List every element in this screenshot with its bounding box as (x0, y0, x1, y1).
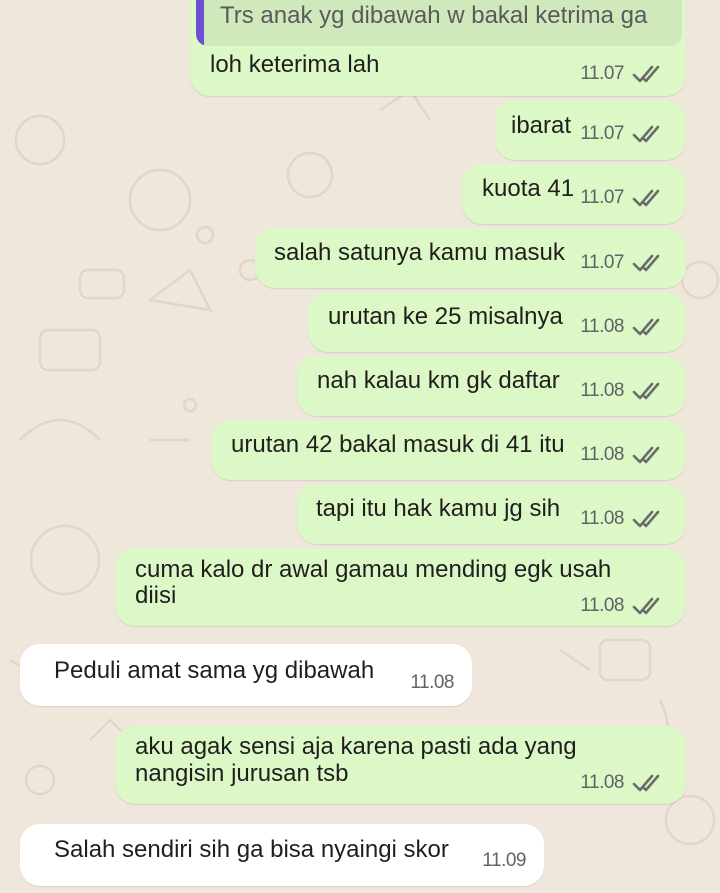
message-meta: 11.09 (482, 850, 526, 872)
double-check-icon (632, 382, 660, 400)
message-bubble-outgoing[interactable]: aku agak sensi aja karena pasti ada yang… (115, 726, 686, 804)
message-time: 11.08 (580, 380, 624, 401)
message-bubble-outgoing[interactable]: tapi itu hak kamu jg sih 11.08 (297, 484, 686, 544)
message-bubble-incoming[interactable]: Peduli amat sama yg dibawah 11.08 (20, 644, 472, 706)
message-time: 11.08 (580, 595, 624, 616)
message-time: 11.08 (410, 672, 454, 693)
message-time: 11.08 (580, 316, 624, 337)
message-meta: 11.08 (580, 771, 668, 795)
quoted-text: Trs anak yg dibawah w bakal ketrima ga (220, 2, 648, 29)
double-check-icon (632, 254, 660, 272)
double-check-icon (632, 597, 660, 615)
message-meta: 11.07 (580, 251, 668, 275)
message-text: kuota 41 (482, 175, 575, 202)
message-time: 11.09 (482, 850, 526, 871)
message-bubble-incoming[interactable]: Salah sendiri sih ga bisa nyaingi skor 1… (20, 824, 544, 886)
message-meta: 11.08 (580, 315, 668, 339)
message-bubble-outgoing[interactable]: ibarat 11.07 (495, 100, 686, 160)
message-time: 11.08 (580, 508, 624, 529)
message-text: urutan ke 25 misalnya (328, 303, 563, 330)
message-meta: 11.08 (580, 443, 668, 467)
message-bubble-outgoing[interactable]: cuma kalo dr awal gamau mending egk usah… (115, 548, 686, 626)
message-meta: 11.08 (580, 594, 668, 618)
quote-accent-bar (196, 0, 204, 46)
double-check-icon (632, 318, 660, 336)
message-bubble-outgoing[interactable]: urutan 42 bakal masuk di 41 itu 11.08 (211, 420, 686, 480)
message-text-line-2: diisi (135, 582, 177, 609)
message-time: 11.08 (580, 772, 624, 793)
message-bubble-outgoing[interactable]: salah satunya kamu masuk 11.07 (255, 228, 686, 288)
message-text-line-1: aku agak sensi aja karena pasti ada yang (135, 733, 577, 760)
double-check-icon (632, 125, 660, 143)
message-time: 11.08 (580, 444, 624, 465)
message-text: nah kalau km gk daftar (317, 367, 560, 394)
message-text: Salah sendiri sih ga bisa nyaingi skor (54, 836, 449, 863)
message-meta: 11.07 (580, 122, 668, 146)
message-time: 11.07 (580, 187, 624, 208)
message-text: salah satunya kamu masuk (274, 239, 565, 266)
message-bubble-outgoing[interactable]: kuota 41 11.07 (462, 164, 686, 224)
message-text-line-2: nangisin jurusan tsb (135, 760, 349, 787)
double-check-icon (632, 189, 660, 207)
message-text: urutan 42 bakal masuk di 41 itu (231, 431, 565, 458)
message-text-line-1: cuma kalo dr awal gamau mending egk usah (135, 556, 612, 583)
double-check-icon (632, 774, 660, 792)
message-text: ibarat (511, 112, 572, 139)
double-check-icon (632, 65, 660, 83)
message-meta: 11.08 (580, 507, 668, 531)
double-check-icon (632, 446, 660, 464)
message-text: tapi itu hak kamu jg sih (316, 495, 561, 522)
message-time: 11.07 (580, 123, 624, 144)
message-bubble-outgoing[interactable]: nah kalau km gk daftar 11.08 (297, 356, 686, 416)
message-text: loh keterima lah (210, 51, 380, 78)
message-time: 11.07 (580, 252, 624, 273)
message-meta: 11.07 (580, 186, 668, 210)
message-meta: 11.08 (410, 672, 454, 694)
message-meta: 11.08 (580, 379, 668, 403)
message-text: Peduli amat sama yg dibawah (54, 657, 375, 684)
message-meta: 11.07 (580, 62, 668, 86)
message-time: 11.07 (580, 63, 624, 84)
double-check-icon (632, 510, 660, 528)
message-bubble-outgoing[interactable]: urutan ke 25 misalnya 11.08 (308, 292, 686, 352)
quoted-message[interactable]: Trs anak yg dibawah w bakal ketrima ga (196, 0, 682, 46)
message-bubble-outgoing[interactable]: Trs anak yg dibawah w bakal ketrima ga l… (190, 0, 686, 96)
